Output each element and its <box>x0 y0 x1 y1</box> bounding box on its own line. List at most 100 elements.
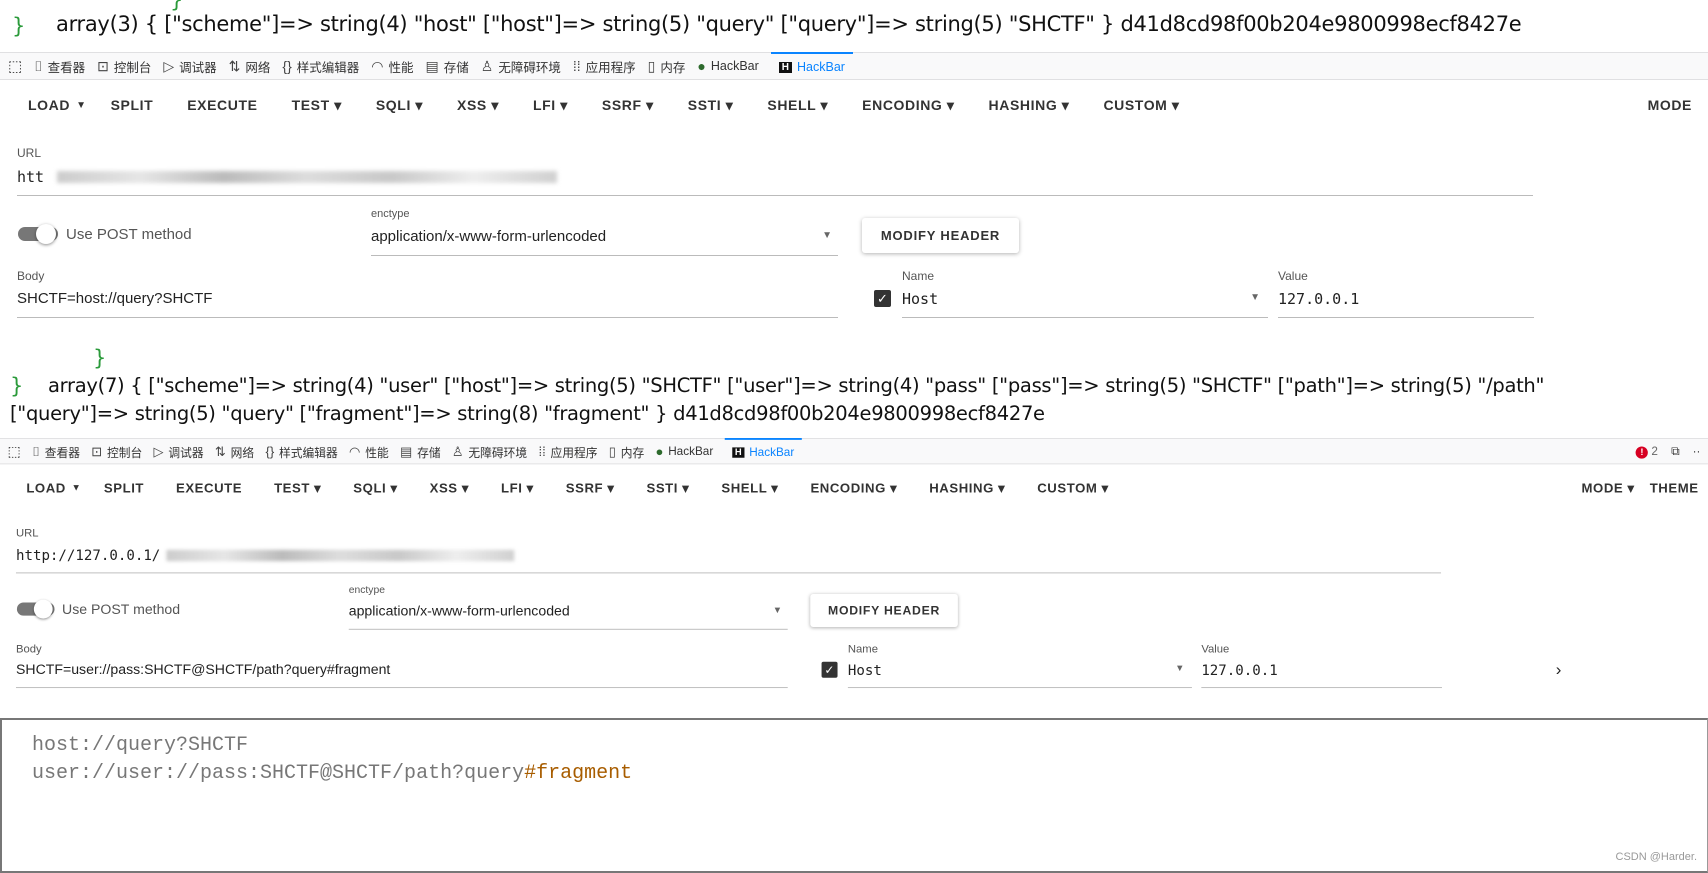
menu-test[interactable]: TEST ▾ <box>292 97 342 114</box>
chevron-right-icon[interactable]: › <box>1556 660 1562 680</box>
devtools-tab-label: 网络 <box>230 445 255 460</box>
menu-test[interactable]: TEST ▾ <box>274 480 321 496</box>
devtools-tab[interactable]: ▯ 内存 <box>648 52 686 80</box>
devtools-tab-label: 调试器 <box>179 60 217 75</box>
load-dropdown-icon[interactable]: ▼ <box>76 100 87 111</box>
picker-icon[interactable]: ⬚ <box>8 52 22 80</box>
header-value-input[interactable]: 127.0.0.1 <box>1278 290 1534 318</box>
enctype-label: enctype <box>371 208 410 220</box>
devtools-tab[interactable]: {} 样式编辑器 <box>282 52 359 80</box>
header-checkbox[interactable]: ✓ <box>874 290 891 307</box>
devtools-tab[interactable]: ◠ 性能 <box>371 52 413 80</box>
menu-mode[interactable]: MODE <box>1648 97 1692 113</box>
devtools-tab[interactable]: ⌷ 查看器 <box>34 52 85 80</box>
menu-ssrf[interactable]: SSRF ▾ <box>566 480 615 496</box>
devtools-tab[interactable]: ▤ 存储 <box>426 52 469 80</box>
header-name-value: Host <box>847 661 882 679</box>
error-badge[interactable]: ! 2 <box>1635 444 1658 459</box>
network-icon: ⇅ <box>214 443 226 459</box>
accessibility-icon: ♙ <box>451 443 464 459</box>
menu-custom[interactable]: CUSTOM ▾ <box>1037 480 1109 496</box>
devtools-tab[interactable]: ▯ 内存 <box>609 438 644 464</box>
debugger-icon: ▷ <box>163 57 175 74</box>
menu-shell[interactable]: SHELL ▾ <box>721 480 778 496</box>
url-label: URL <box>17 146 42 160</box>
menu-sqli[interactable]: SQLI ▾ <box>353 480 397 496</box>
devtools-tab-label: HackBar <box>710 59 759 73</box>
console-icon: ⊡ <box>97 57 109 74</box>
devtools-tab[interactable]: {} 样式编辑器 <box>265 438 337 464</box>
menu-ssti[interactable]: SSTI ▾ <box>688 97 734 114</box>
menu-mode[interactable]: MODE ▾ <box>1582 480 1635 496</box>
enctype-select[interactable]: application/x-www-form-urlencoded ▼ <box>371 228 838 256</box>
devtools-tab[interactable]: ▷ 调试器 <box>163 52 216 80</box>
menu-load[interactable]: LOAD <box>26 480 66 495</box>
url-input[interactable]: http://127.0.0.1/ <box>15 547 1442 574</box>
post-toggle[interactable]: Use POST method <box>18 224 192 244</box>
menu-theme[interactable]: THEME <box>1650 480 1699 495</box>
devtools-tab[interactable]: ● HackBar <box>697 52 758 80</box>
modify-header-button[interactable]: MODIFY HEADER <box>862 218 1019 253</box>
menu-ssti[interactable]: SSTI ▾ <box>646 480 689 496</box>
post-label: Use POST method <box>62 601 181 618</box>
error-icon: ! <box>1635 445 1649 459</box>
body-input[interactable]: SHCTF=host://query?SHCTF <box>17 290 838 318</box>
performance-icon: ◠ <box>371 57 384 74</box>
hackbar-menu: LOAD ▼ SPLIT EXECUTE TEST ▾ SQLI ▾ XSS ▾ LFI ▾ S… <box>0 90 1708 120</box>
load-dropdown-icon[interactable]: ▼ <box>71 483 81 493</box>
header-name-select[interactable]: Host ▼ <box>847 661 1192 689</box>
memory-icon: ▯ <box>608 443 617 459</box>
menu-split[interactable]: SPLIT <box>104 480 144 495</box>
url-input[interactable]: htt <box>17 168 1533 196</box>
header-checkbox[interactable]: ✓ <box>821 661 838 678</box>
devtools-tab[interactable]: ⌷ 查看器 <box>32 438 80 464</box>
menu-execute[interactable]: EXECUTE <box>176 480 242 495</box>
menu-xss[interactable]: XSS ▾ <box>430 480 469 496</box>
devtools-tab[interactable]: ♙ 无障碍环境 <box>481 52 561 80</box>
menu-split[interactable]: SPLIT <box>111 97 154 113</box>
dropdown-arrow-icon: ▼ <box>1175 663 1185 674</box>
menu-hashing[interactable]: HASHING ▾ <box>929 480 1005 496</box>
devtools-tab[interactable]: ⇅ 网络 <box>215 438 254 464</box>
menu-lfi[interactable]: LFI ▾ <box>533 97 568 114</box>
devtools-tab[interactable]: ⁞⁞ 应用程序 <box>573 52 636 80</box>
enctype-select[interactable]: application/x-www-form-urlencoded ▼ <box>348 603 788 630</box>
menu-hashing[interactable]: HASHING ▾ <box>989 97 1070 114</box>
code-line-1: host://query?SHCTF <box>32 734 249 757</box>
body-input[interactable]: SHCTF=user://pass:SHCTF@SHCTF/path?query… <box>15 662 788 689</box>
menu-xss[interactable]: XSS ▾ <box>457 97 499 114</box>
hackbar-panel-2: ⬚ ⌷ 查看器 ⊡ 控制台 ▷ 调试器 ⇅ 网络 {} 样式编辑器 ◠ 性能 ▤ 存储 ♙ 无障碍环境 ⁞⁞ 应用程… <box>0 438 1708 711</box>
menu-custom[interactable]: CUSTOM ▾ <box>1103 97 1179 114</box>
menu-ssrf[interactable]: SSRF ▾ <box>602 97 654 114</box>
devtools-tab[interactable]: ⇅ 网络 <box>229 52 271 80</box>
devtools-tab[interactable]: ⊡ 控制台 <box>97 52 151 80</box>
devtools-tab[interactable]: ♙ 无障碍环境 <box>452 438 527 464</box>
more-icon[interactable]: ·· <box>1693 445 1701 458</box>
devtools-tab[interactable]: ▤ 存储 <box>400 438 441 464</box>
devtools-tab[interactable]: ⁞⁞ 应用程序 <box>538 438 597 464</box>
devtools-tab[interactable]: ▷ 调试器 <box>154 438 204 464</box>
header-name-value: Host <box>902 290 939 308</box>
menu-sqli[interactable]: SQLI ▾ <box>376 97 423 114</box>
devtools-tab-label: 调试器 <box>168 445 204 460</box>
menu-execute[interactable]: EXECUTE <box>187 97 257 113</box>
picker-icon[interactable]: ⬚ <box>8 438 21 464</box>
menu-load[interactable]: LOAD <box>28 97 70 113</box>
console-icon: ⊡ <box>91 443 103 459</box>
menu-encoding[interactable]: ENCODING ▾ <box>810 480 897 496</box>
responsive-design-icon[interactable]: ⧉ <box>1671 444 1679 458</box>
dropdown-arrow-icon: ▼ <box>822 230 832 241</box>
devtools-tab[interactable]: ⊡ 控制台 <box>91 438 142 464</box>
modify-header-button[interactable]: MODIFY HEADER <box>810 594 958 627</box>
post-toggle[interactable]: Use POST method <box>16 599 181 619</box>
code-line-2: user://user://pass:SHCTF@SHCTF/path?quer… <box>32 762 632 785</box>
devtools-tab[interactable]: ◠ 性能 <box>349 438 389 464</box>
menu-shell[interactable]: SHELL ▾ <box>767 97 828 114</box>
header-value-input[interactable]: 127.0.0.1 <box>1201 662 1442 689</box>
devtools-tab[interactable]: H HackBar <box>770 52 853 80</box>
devtools-tab[interactable]: ● HackBar <box>656 438 714 464</box>
menu-encoding[interactable]: ENCODING ▾ <box>862 97 954 114</box>
devtools-tab[interactable]: H HackBar <box>724 438 802 464</box>
menu-lfi[interactable]: LFI ▾ <box>501 480 534 496</box>
header-name-select[interactable]: Host ▼ <box>902 290 1268 318</box>
